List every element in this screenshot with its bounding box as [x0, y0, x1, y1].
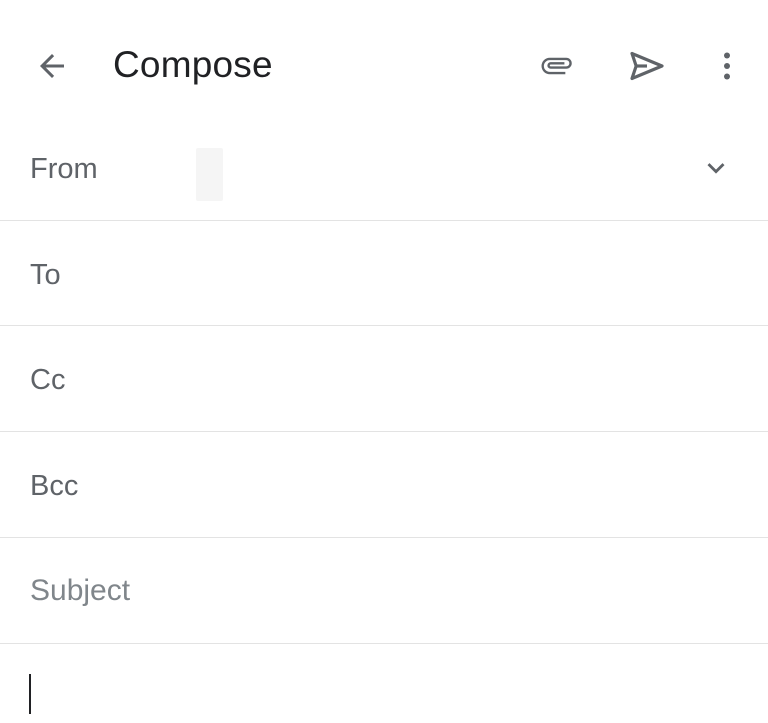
compose-screen: Compose From To Cc Bcc Subject: [0, 0, 768, 723]
page-title: Compose: [113, 44, 273, 85]
bcc-input[interactable]: [110, 452, 738, 517]
cc-label: Cc: [30, 364, 66, 396]
compose-body-input[interactable]: [0, 644, 768, 723]
text-cursor: [29, 674, 31, 714]
arrow-back-icon: [40, 54, 64, 78]
subject-placeholder: Subject: [30, 574, 131, 607]
to-field[interactable]: To: [0, 221, 768, 326]
to-label: To: [30, 259, 61, 291]
from-account-value[interactable]: [196, 148, 223, 201]
subject-field[interactable]: Subject: [0, 538, 768, 644]
app-bar: Compose: [0, 0, 768, 130]
paperclip-icon: [541, 57, 572, 75]
from-dropdown-button[interactable]: [694, 146, 738, 190]
cc-field[interactable]: Cc: [0, 326, 768, 432]
bcc-label: Bcc: [30, 470, 79, 502]
to-input[interactable]: [110, 241, 738, 305]
more-options-button[interactable]: [697, 36, 757, 96]
from-label: From: [30, 153, 98, 185]
from-field[interactable]: From: [0, 116, 768, 221]
back-button[interactable]: [22, 36, 82, 96]
cc-input[interactable]: [110, 346, 738, 411]
send-icon: [630, 51, 664, 81]
more-vert-icon: [724, 52, 730, 80]
chevron-down-icon: [707, 163, 725, 174]
send-button[interactable]: [617, 36, 677, 96]
attach-button[interactable]: [528, 36, 588, 96]
bcc-field[interactable]: Bcc: [0, 432, 768, 538]
